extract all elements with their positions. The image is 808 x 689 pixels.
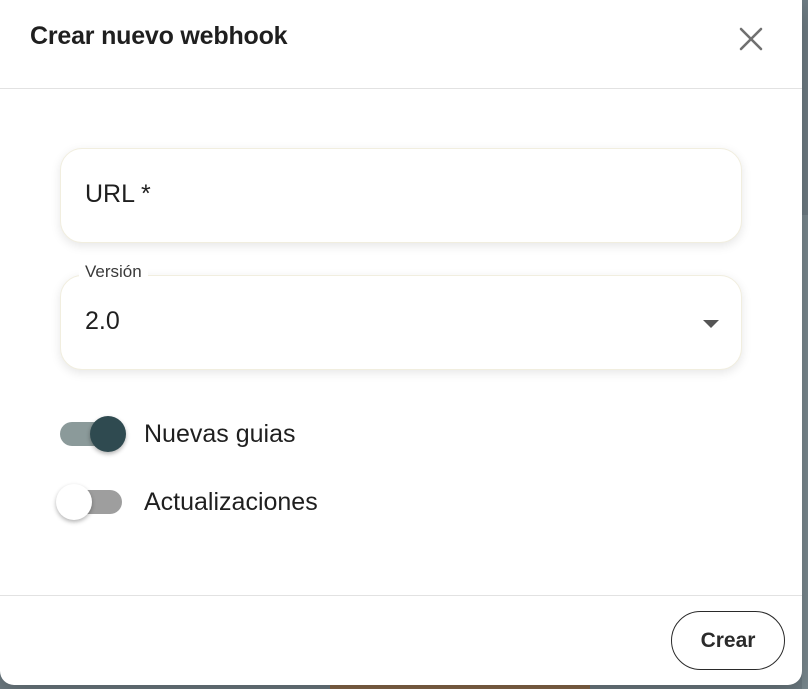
toggle-knob — [56, 484, 92, 520]
dialog-footer: Crear — [0, 595, 802, 685]
toggle-row-nuevas-guias[interactable]: Nuevas guias — [56, 414, 456, 454]
version-select[interactable]: Versión 2.0 — [60, 262, 742, 370]
create-webhook-dialog: Crear nuevo webhook URL * Versión 2.0 Nu… — [0, 0, 802, 685]
url-input[interactable]: URL * — [60, 148, 742, 243]
close-icon — [739, 27, 763, 51]
dropdown-arrow-icon — [703, 320, 719, 328]
close-button[interactable] — [734, 22, 768, 56]
version-selected-value: 2.0 — [85, 307, 120, 335]
toggle-row-actualizaciones[interactable]: Actualizaciones — [56, 482, 456, 522]
actualizaciones-label: Actualizaciones — [144, 488, 318, 516]
create-button[interactable]: Crear — [671, 611, 785, 670]
dialog-title: Crear nuevo webhook — [30, 22, 288, 50]
nuevas-guias-label: Nuevas guias — [144, 420, 296, 448]
version-label: Versión — [79, 262, 148, 282]
dialog-header: Crear nuevo webhook — [0, 0, 802, 89]
backdrop-strip — [802, 215, 808, 689]
nuevas-guias-toggle[interactable] — [60, 416, 126, 452]
toggle-knob — [90, 416, 126, 452]
url-label: URL * — [85, 180, 151, 208]
actualizaciones-toggle[interactable] — [56, 484, 122, 520]
